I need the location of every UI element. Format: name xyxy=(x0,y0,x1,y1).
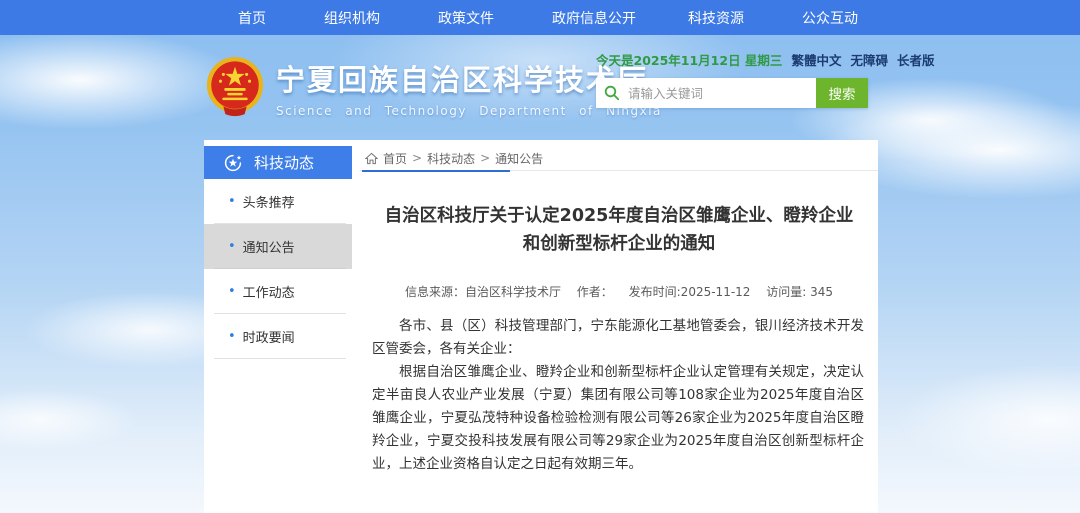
meta-publish-time: 发布时间:2025-11-12 xyxy=(629,285,751,299)
bullet-icon: • xyxy=(228,194,236,209)
article-column: 首页 > 科技动态 > 通知公告 自治区科技厅关于认定2025年度自治区雏鹰企业… xyxy=(360,146,878,513)
sidebar-item-label: 时政要闻 xyxy=(243,327,295,346)
sidebar: 科技动态 • 头条推荐 • 通知公告 • 工作动态 • 时政要闻 xyxy=(204,146,352,359)
bullet-icon: • xyxy=(228,329,236,344)
sidebar-menu: • 头条推荐 • 通知公告 • 工作动态 • 时政要闻 xyxy=(204,179,352,359)
breadcrumb-divider xyxy=(360,170,878,172)
sidebar-header: 科技动态 xyxy=(204,146,352,179)
home-icon xyxy=(365,152,378,165)
meta-source: 信息来源：自治区科学技术厅 xyxy=(405,285,561,299)
link-accessibility[interactable]: 无障碍 xyxy=(850,50,888,69)
breadcrumb-notices[interactable]: 通知公告 xyxy=(495,150,543,167)
content-wrapper: 科技动态 • 头条推荐 • 通知公告 • 工作动态 • 时政要闻 xyxy=(204,140,878,513)
bullet-icon: • xyxy=(228,284,236,299)
breadcrumb-separator: > xyxy=(412,151,422,165)
link-elder-version[interactable]: 长者版 xyxy=(897,50,935,69)
nav-item-organization[interactable]: 组织机构 xyxy=(324,8,380,28)
article-meta: 信息来源：自治区科学技术厅 作者： 发布时间:2025-11-12 访问量: 3… xyxy=(360,283,878,300)
nav-item-policy[interactable]: 政策文件 xyxy=(438,8,494,28)
sidebar-item-label: 头条推荐 xyxy=(243,192,295,211)
breadcrumb-tech-dynamics[interactable]: 科技动态 xyxy=(427,150,475,167)
breadcrumb-home[interactable]: 首页 xyxy=(383,150,407,167)
national-emblem-icon xyxy=(204,55,266,119)
nav-item-interaction[interactable]: 公众互动 xyxy=(802,8,858,28)
article-paragraph: 根据自治区雏鹰企业、瞪羚企业和创新型标杆企业认定管理有关规定，决定认定半亩良人农… xyxy=(372,361,864,476)
sidebar-item-work-dynamics[interactable]: • 工作动态 xyxy=(204,269,352,314)
breadcrumb: 首页 > 科技动态 > 通知公告 xyxy=(360,146,878,170)
search-button[interactable]: 搜索 xyxy=(816,78,868,108)
article-title-line1: 自治区科技厅关于认定2025年度自治区雏鹰企业、瞪羚企业 xyxy=(360,202,878,230)
meta-visit-count: 访问量: 345 xyxy=(766,285,833,299)
site-header: 宁夏回族自治区科学技术厅 Science and Technology Depa… xyxy=(204,35,878,140)
sidebar-item-headline[interactable]: • 头条推荐 xyxy=(204,179,352,224)
search-bar: 搜索 xyxy=(596,78,868,108)
breadcrumb-separator: > xyxy=(480,151,490,165)
article-title: 自治区科技厅关于认定2025年度自治区雏鹰企业、瞪羚企业 和创新型标杆企业的通知 xyxy=(360,202,878,258)
sidebar-title: 科技动态 xyxy=(254,152,314,173)
article-body: 各市、县（区）科技管理部门，宁东能源化工基地管委会，银川经济技术开发区管委会，各… xyxy=(360,315,878,476)
search-input[interactable] xyxy=(628,78,816,108)
top-navigation: 首页 组织机构 政策文件 政府信息公开 科技资源 公众互动 xyxy=(0,0,1080,35)
today-date: 今天是2025年11月12日 星期三 xyxy=(596,50,782,69)
header-right: 今天是2025年11月12日 星期三 繁體中文 无障碍 长者版 搜索 xyxy=(596,50,868,108)
bullet-icon: • xyxy=(228,239,236,254)
quick-links: 繁體中文 无障碍 长者版 xyxy=(782,50,934,69)
site-brand[interactable]: 宁夏回族自治区科学技术厅 Science and Technology Depa… xyxy=(204,55,662,119)
nav-item-gov-info[interactable]: 政府信息公开 xyxy=(552,8,636,28)
sidebar-item-politics-news[interactable]: • 时政要闻 xyxy=(204,314,352,359)
article-paragraph: 各市、县（区）科技管理部门，宁东能源化工基地管委会，银川经济技术开发区管委会，各… xyxy=(372,315,864,361)
nav-item-home[interactable]: 首页 xyxy=(238,8,266,28)
sidebar-item-label: 通知公告 xyxy=(243,237,295,256)
article-title-line2: 和创新型标杆企业的通知 xyxy=(360,230,878,258)
search-icon xyxy=(596,78,628,108)
link-traditional-chinese[interactable]: 繁體中文 xyxy=(791,50,841,69)
sidebar-item-notices[interactable]: • 通知公告 xyxy=(204,224,352,269)
dynamic-star-icon xyxy=(224,154,242,172)
meta-author: 作者： xyxy=(577,285,613,299)
nav-item-resources[interactable]: 科技资源 xyxy=(688,8,744,28)
sidebar-item-label: 工作动态 xyxy=(243,282,295,301)
